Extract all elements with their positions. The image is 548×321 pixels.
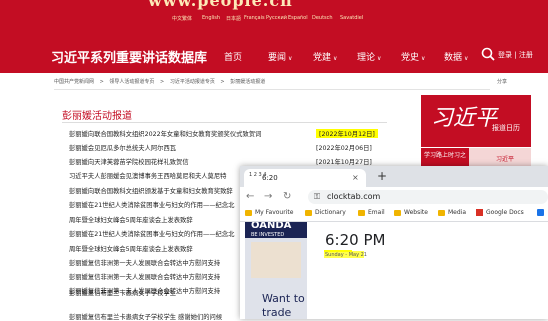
divider: [54, 89, 490, 90]
sidebar-logo: 习近平: [431, 106, 498, 131]
article-title[interactable]: 彭丽媛会见厄瓜多尔总统夫人阿尔西瓦: [69, 143, 176, 152]
nav-theory[interactable]: 理论 ∨: [357, 50, 381, 63]
nav-news[interactable]: 要闻 ∨: [268, 50, 292, 63]
article-date: [2022年02月06日]: [316, 145, 372, 152]
bookmark-google-docs[interactable]: Google Docs: [476, 209, 524, 216]
bookmark-website[interactable]: Website: [394, 209, 428, 216]
article-title[interactable]: 周年暨全球妇女峰会5周年座谈会上发表致辞: [69, 244, 193, 253]
article-date: [2022年10月12日]: [316, 129, 378, 138]
ad-header: OANDA BE INVESTED: [245, 222, 307, 238]
forward-icon[interactable]: →: [264, 191, 272, 202]
breadcrumb: 中国共产党新闻网 > 领导人活动报道专页 > 习近平活动报道专页 > 彭丽媛活动…: [54, 79, 266, 85]
folder-icon: [245, 209, 252, 216]
tab-title: 6:20: [262, 174, 278, 182]
reload-icon[interactable]: ↻: [283, 191, 291, 202]
folder-icon: [394, 209, 401, 216]
folder-icon: [438, 209, 445, 216]
nav-home[interactable]: 首页: [224, 50, 242, 63]
divider: [62, 122, 387, 123]
google-docs-icon: [476, 209, 483, 216]
nav-party[interactable]: 党建 ∨: [313, 50, 337, 63]
breadcrumb-item[interactable]: 习近平活动报道专页: [170, 79, 215, 85]
breadcrumb-item[interactable]: 领导人活动报道专页: [109, 79, 154, 85]
article-title[interactable]: 彭丽媛在21世纪人类消除贫困事业与妇女的作用——纪念北: [69, 229, 234, 238]
folder-icon: [358, 209, 365, 216]
breadcrumb-item[interactable]: 彭丽媛活动报道: [230, 79, 265, 85]
url-text: clocktab.com: [327, 192, 381, 201]
new-tab-icon[interactable]: +: [377, 169, 387, 183]
article-title[interactable]: 彭丽媛复信布里兰卡患病女子学校学生: [69, 288, 176, 297]
article-title[interactable]: 彭丽媛复信非洲第一夫人发展联合会转达中方慰问支持: [69, 272, 220, 281]
calendar-label: 报道日历: [492, 124, 520, 132]
lang-link[interactable]: Русский: [266, 15, 287, 21]
bookmark-favourite[interactable]: My Favourite: [245, 209, 293, 216]
lang-link[interactable]: Savatdiel: [340, 15, 363, 21]
report-calendar-banner[interactable]: 习近平 报道日历: [421, 95, 531, 147]
chevron-down-icon: ∨: [333, 55, 338, 62]
list-item[interactable]: 彭丽媛复信布里兰卡患病女子学校学生 感谢她们的问候: [69, 312, 222, 321]
main-navbar: 习近平系列重要讲话数据库 首页 要闻 ∨ 党建 ∨ 理论 ∨ 党史 ∨ 数据 ∨ 登录 |…: [0, 36, 548, 73]
article-date: [2021年10月27日]: [316, 159, 372, 166]
close-icon[interactable]: ×: [352, 173, 359, 182]
nav-data[interactable]: 数据 ∨: [444, 50, 468, 63]
breadcrumb-item[interactable]: 中国共产党新闻网: [54, 79, 94, 85]
section-title: 彭丽媛活动报道: [62, 111, 132, 122]
back-icon[interactable]: ←: [246, 191, 254, 202]
bookmarks-bar: My Favourite Dictionary Email Website Me…: [240, 207, 548, 222]
bookmark-icon: [537, 209, 544, 216]
clocktab-page: OANDA BE INVESTED Want to trade 6:20 PM …: [240, 222, 548, 319]
browser-window: 1 2 3 4 6:20 × + ← → ↻ ⚿ clocktab.com My…: [240, 166, 548, 319]
lang-link[interactable]: Español: [288, 15, 308, 21]
chevron-down-icon: ∨: [288, 55, 293, 62]
ad-brand: OANDA: [251, 222, 292, 231]
auth-links: 登录 | 注册: [498, 51, 533, 59]
list-item[interactable]: 彭丽媛会见厄瓜多尔总统夫人阿尔西瓦 [2022年02月06日]: [69, 142, 399, 155]
article-title[interactable]: 彭丽媛向联合国教科文组织2022年女童和妇女教育奖颁奖仪式致贺词: [69, 129, 261, 138]
article-title[interactable]: 彭丽媛向联合国教科文组织颁发基于女童和妇女教育奖致辞: [69, 186, 233, 195]
article-title[interactable]: 彭丽媛复信非洲第一夫人发展联合会转达中方慰问支持: [69, 258, 220, 267]
brand-logo-text: www.people.cn: [148, 0, 293, 10]
nav-history[interactable]: 党史 ∨: [401, 50, 425, 63]
chevron-down-icon: ∨: [464, 55, 469, 62]
clock-date: Sunday - May 21: [325, 252, 367, 258]
clock-time: 6:20 PM: [325, 231, 386, 249]
site-title[interactable]: 习近平系列重要讲话数据库: [51, 47, 207, 66]
bookmark-email[interactable]: Email: [358, 209, 385, 216]
lang-link[interactable]: Deutsch: [312, 15, 333, 21]
ad-banner[interactable]: OANDA BE INVESTED Want to trade: [245, 222, 307, 319]
search-icon[interactable]: [481, 47, 495, 61]
sidebar-link-xi[interactable]: 习近平: [496, 154, 514, 163]
list-item[interactable]: 彭丽媛向联合国教科文组织2022年女童和妇女教育奖颁奖仪式致贺词 [2022年1…: [69, 128, 399, 141]
article-title[interactable]: 彭丽媛向天津芙蓉苗学院校园花样礼致贺信: [69, 157, 189, 166]
lang-link[interactable]: 中文繁体: [172, 15, 192, 22]
ad-tagline: BE INVESTED: [251, 232, 285, 238]
login-link[interactable]: 登录: [498, 51, 512, 59]
lang-link[interactable]: Français: [244, 15, 265, 21]
bookmark-extra[interactable]: [537, 209, 544, 216]
bookmark-media[interactable]: Media: [438, 209, 466, 216]
article-title[interactable]: 彭丽媛在21世纪人类消除贫困事业与妇女的作用——纪念北: [69, 200, 234, 209]
lang-link[interactable]: 日本語: [226, 15, 241, 22]
chevron-down-icon: ∨: [377, 55, 382, 62]
top-brand-bar: www.people.cn 中文繁体 English 日本語 Français …: [0, 0, 548, 36]
lock-icon[interactable]: ⚿: [314, 192, 320, 202]
tab-strip: 1 2 3 4 6:20 × +: [240, 166, 548, 187]
chevron-down-icon: ∨: [421, 55, 426, 62]
url-input[interactable]: ⚿ clocktab.com: [308, 190, 548, 204]
ad-cta: Want to trade: [262, 292, 305, 319]
share-button[interactable]: 分享: [497, 78, 507, 85]
ad-image: [251, 242, 301, 278]
article-title[interactable]: 习近平夫人彭丽媛会见澳博事务王西哈莫尼和夫人莫尼特: [69, 171, 226, 180]
register-link[interactable]: 注册: [519, 51, 533, 59]
tab-clocktab[interactable]: 1 2 3 4 6:20 ×: [244, 169, 366, 187]
bookmark-dictionary[interactable]: Dictionary: [305, 209, 346, 216]
address-bar: ← → ↻ ⚿ clocktab.com: [240, 187, 548, 207]
folder-icon: [305, 209, 312, 216]
article-title[interactable]: 周年暨全球妇女峰会5周年座谈会上发表致辞: [69, 215, 193, 224]
lang-link[interactable]: English: [202, 15, 220, 21]
